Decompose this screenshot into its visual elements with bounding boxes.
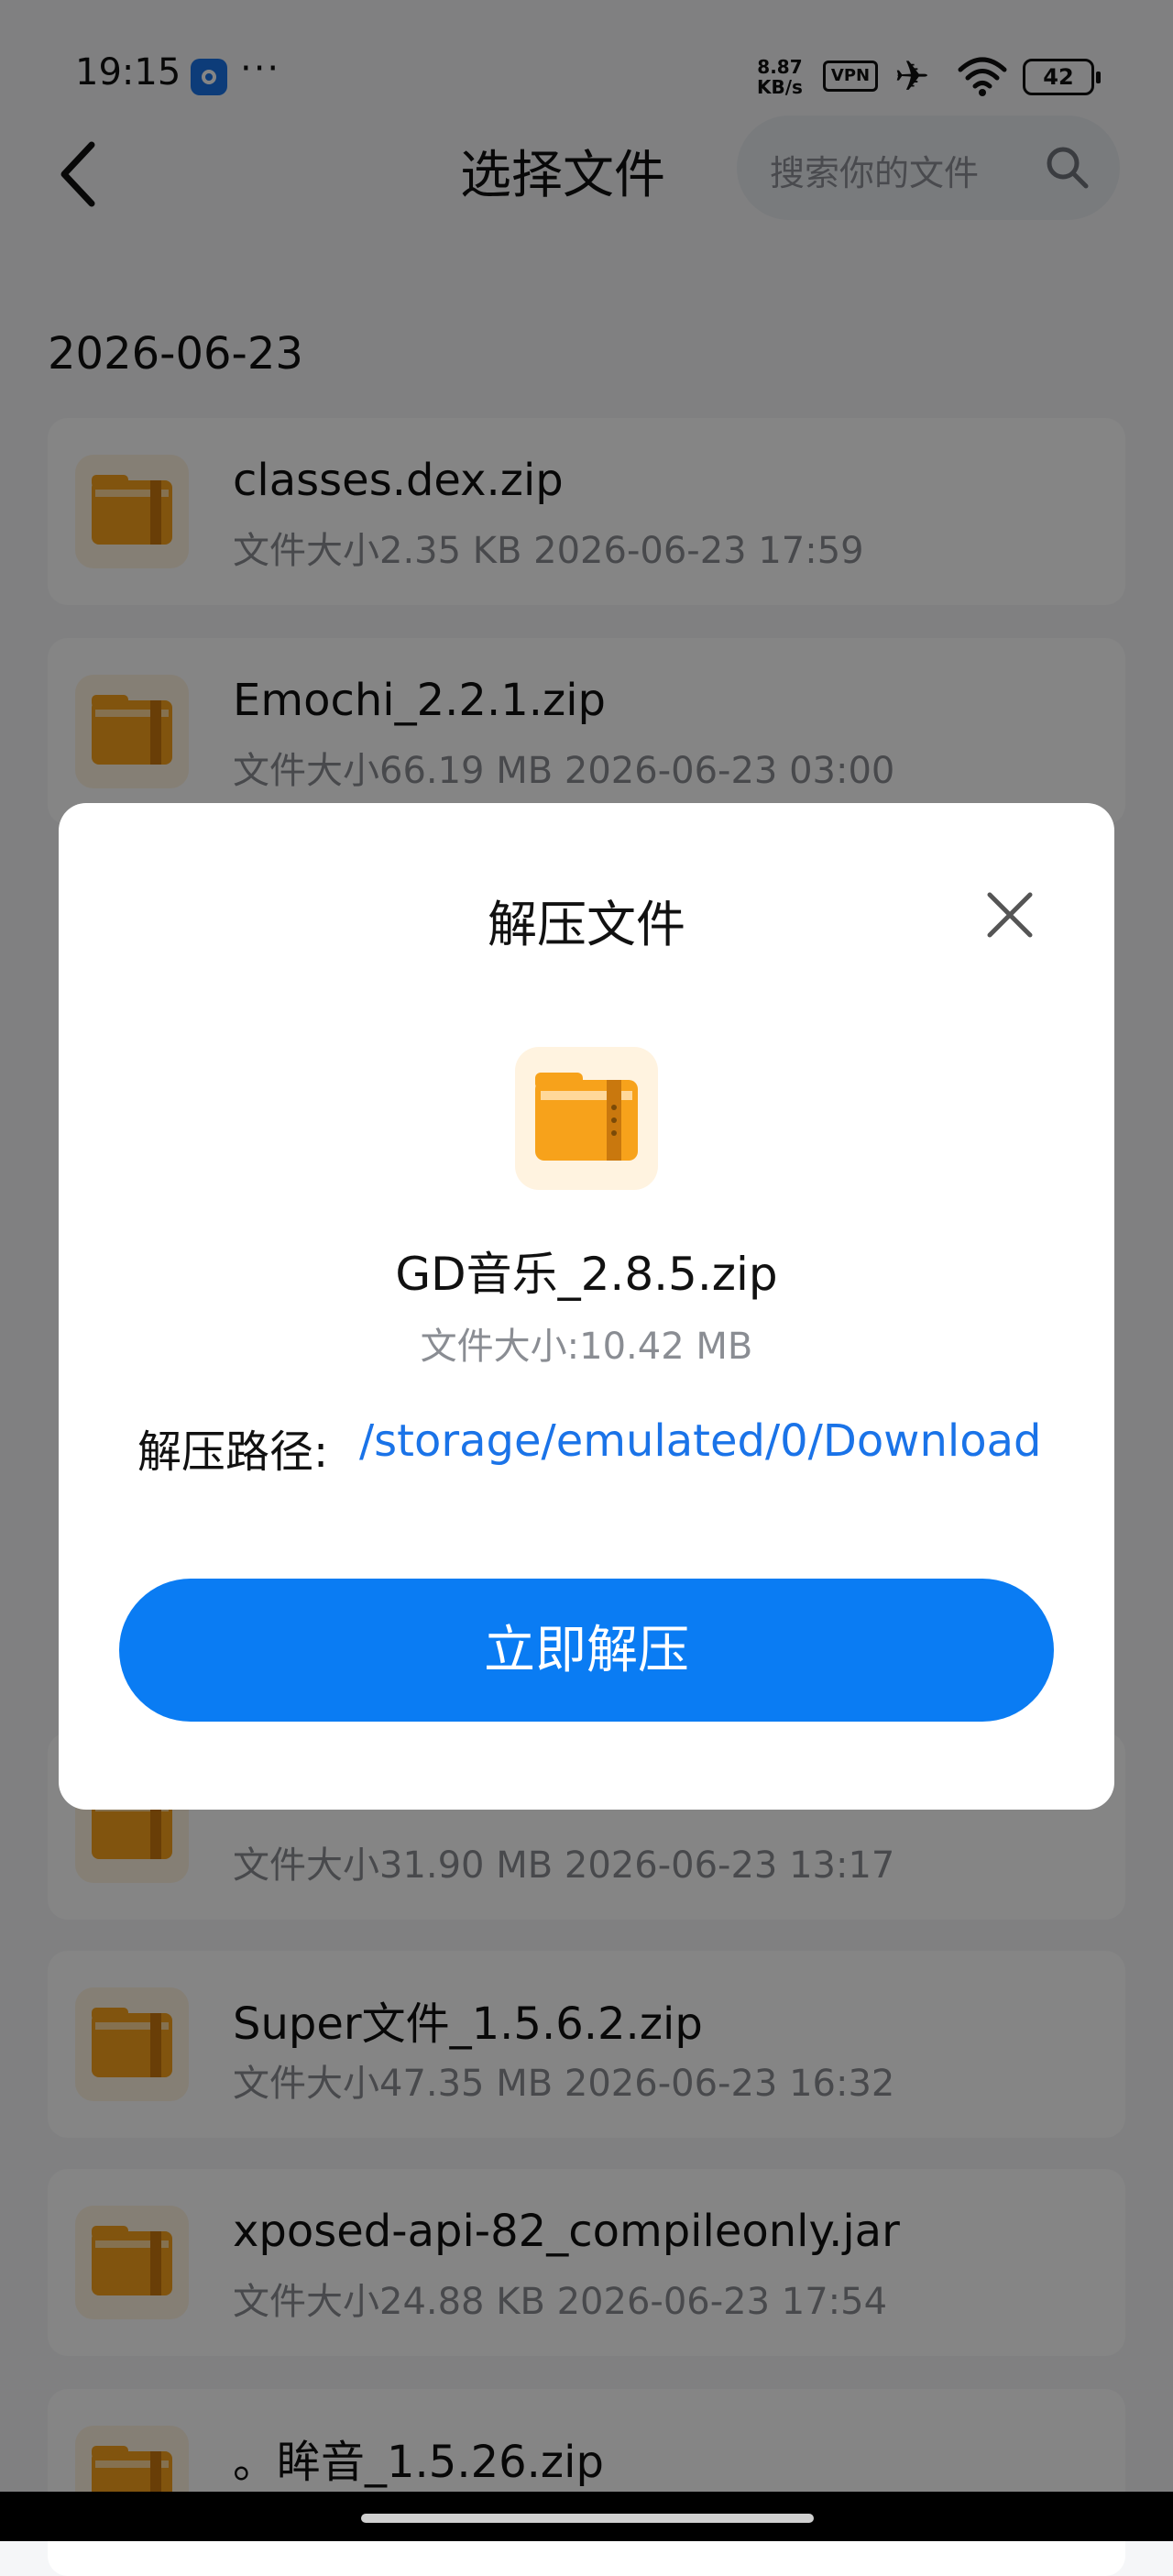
zip-folder-icon [515,1047,658,1190]
extract-path-link[interactable]: /storage/emulated/0/Download [359,1415,1041,1467]
close-icon[interactable] [984,889,1036,941]
extract-dialog: 解压文件 GD音乐_2.8.5.zip 文件大小:10.42 MB 解压路径: … [59,803,1114,1810]
dialog-title: 解压文件 [488,896,685,953]
home-gesture-handle[interactable] [361,2514,814,2523]
dialog-file-size: 文件大小:10.42 MB [420,1326,753,1368]
extract-path-label: 解压路径: [137,1426,329,1478]
extract-now-button[interactable]: 立即解压 [119,1579,1054,1722]
dialog-file-name: GD音乐_2.8.5.zip [395,1248,778,1301]
